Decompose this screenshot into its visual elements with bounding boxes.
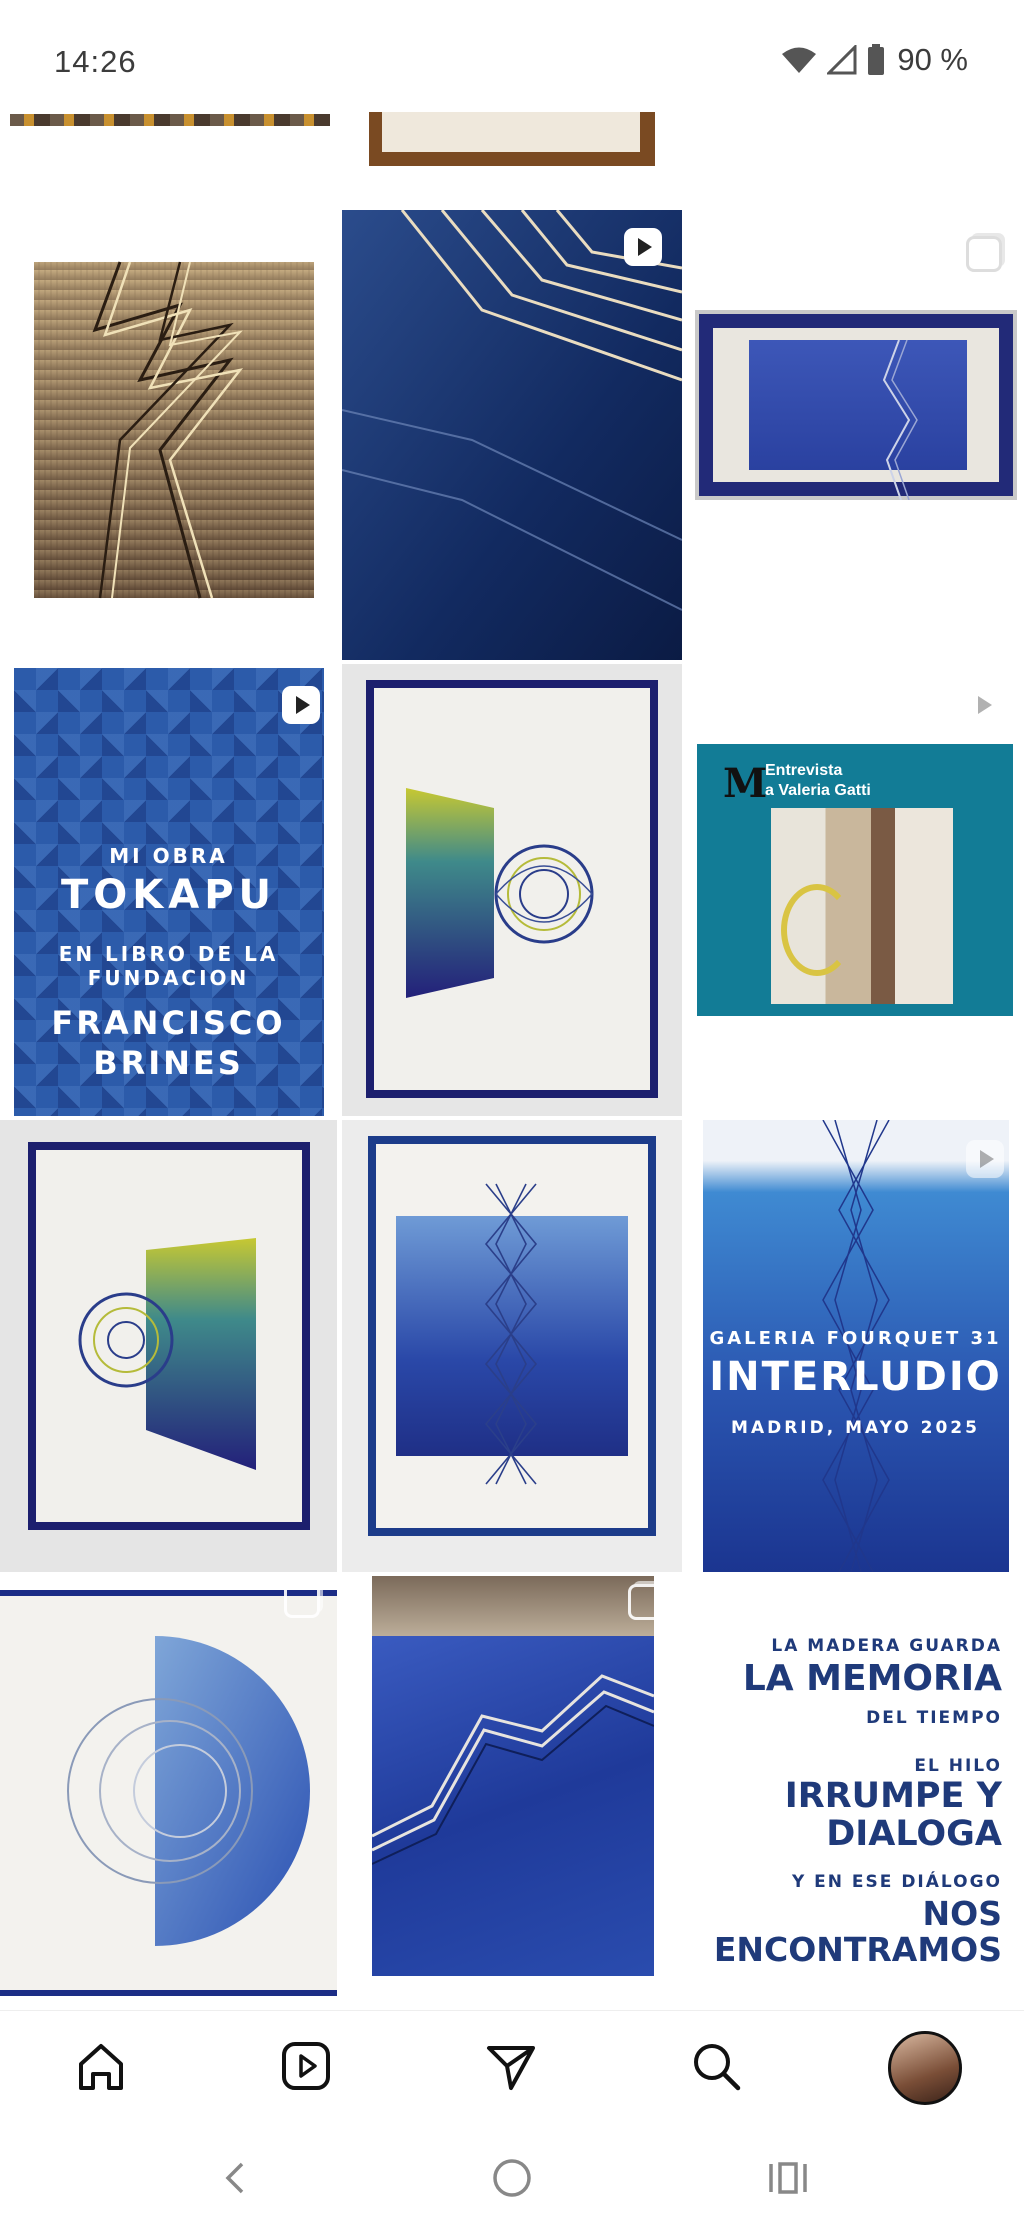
post-framed-spiral-left[interactable] — [0, 1120, 337, 1572]
poster-gallery: GALERIA FOURQUET 31 — [709, 1328, 1002, 1349]
spiral-artwork — [406, 788, 594, 998]
gold-weave-image — [34, 261, 314, 599]
post-blue-thread-closeup[interactable] — [342, 210, 682, 660]
diamond-thread — [484, 1183, 538, 1485]
search-icon — [694, 2044, 741, 2091]
quote-line5: IRRUMPE Y — [784, 1776, 1002, 1816]
reel-icon — [966, 1140, 1004, 1178]
zigzag-artwork — [372, 1674, 654, 1865]
tokapu-line5: FRANCISCO — [51, 1004, 286, 1042]
post-memoria-quote[interactable]: LA MADERA GUARDA LA MEMORIA DEL TIEMPO E… — [687, 1576, 1024, 2010]
post-blue-zigzag-table[interactable] — [342, 1576, 682, 2010]
messages-button[interactable] — [476, 2031, 546, 2101]
bottom-nav — [0, 2010, 1024, 2121]
tokapu-line3: EN LIBRO DE LA — [58, 942, 279, 966]
wifi-icon — [782, 47, 817, 73]
post-framed-diamond-weave[interactable] — [342, 1120, 682, 1572]
blue-closeup-image — [342, 210, 682, 660]
tokapu-line6: BRINES — [93, 1044, 244, 1082]
system-home-button[interactable] — [482, 2148, 542, 2208]
quote-line2: LA MEMORIA — [742, 1658, 1002, 1699]
system-recents-button[interactable] — [758, 2148, 818, 2208]
battery-percent: 90 % — [897, 42, 968, 77]
send-icon — [487, 2046, 535, 2090]
home-icon — [79, 2044, 123, 2090]
carousel-icon — [284, 1582, 320, 1618]
quote-line6: DIALOGA — [826, 1814, 1002, 1854]
interview-title-2: a Valeria Gatti — [765, 782, 871, 799]
home-circle-icon — [493, 2159, 531, 2197]
carousel-icon — [628, 1584, 664, 1620]
signal-icon — [827, 45, 857, 75]
half-circle-artwork — [67, 1636, 310, 1946]
carousel-icon — [966, 236, 1002, 272]
quote-line3: DEL TIEMPO — [866, 1708, 1002, 1728]
quote-line1: LA MADERA GUARDA — [771, 1636, 1002, 1656]
back-icon — [225, 2162, 244, 2194]
post-framed-spiral-yellow[interactable] — [342, 664, 682, 1116]
quote-line7: Y EN ESE DIÁLOGO — [791, 1872, 1002, 1892]
magazine-logo: M — [723, 760, 768, 807]
interview-title-1: Entrevista — [765, 762, 843, 779]
post-weave-top-partial[interactable] — [0, 112, 337, 158]
search-button[interactable] — [681, 2031, 751, 2101]
recents-icon — [769, 2162, 807, 2194]
poster-title: INTERLUDIO — [709, 1354, 1002, 1400]
reel-icon — [282, 686, 320, 724]
quote-line8: NOS — [922, 1894, 1002, 1933]
zigzag-thread — [882, 340, 918, 500]
post-tokapu-book[interactable]: MI OBRA TOKAPU EN LIBRO DE LA FUNDACION … — [0, 664, 337, 1116]
reels-button[interactable] — [271, 2031, 341, 2101]
post-frame-top-partial[interactable] — [342, 112, 682, 174]
tokapu-line4: FUNDACION — [87, 966, 250, 990]
system-nav — [0, 2120, 1024, 2230]
tokapu-line2: TOKAPU — [60, 872, 277, 918]
home-button[interactable] — [66, 2031, 136, 2101]
post-interludio-poster[interactable]: GALERIA FOURQUET 31 INTERLUDIO MADRID, M… — [687, 1120, 1024, 1572]
reels-icon — [282, 2042, 330, 2090]
reel-icon — [624, 228, 662, 266]
system-back-button[interactable] — [206, 2148, 266, 2208]
post-half-circle-spiral[interactable] — [0, 1576, 337, 2010]
battery-icon — [868, 44, 885, 75]
posts-grid: MI OBRA TOKAPU EN LIBRO DE LA FUNDACION … — [0, 112, 1024, 2010]
poster-date: MADRID, MAYO 2025 — [731, 1418, 980, 1438]
reel-icon — [964, 686, 1002, 724]
spiral-artwork — [78, 1238, 256, 1470]
tokapu-line1: MI OBRA — [109, 844, 228, 868]
status-time: 14:26 — [54, 44, 137, 79]
status-icons: 90 % — [781, 42, 968, 78]
post-interview-valeria[interactable]: M Entrevista a Valeria Gatti — [687, 664, 1024, 1116]
quote-line4: EL HILO — [914, 1756, 1002, 1776]
quote-line9: ENCONTRAMOS — [713, 1930, 1002, 1969]
post-framed-blue-zigzag[interactable] — [687, 210, 1024, 660]
status-bar: 14:26 90 % — [0, 0, 1024, 112]
profile-avatar[interactable] — [888, 2031, 962, 2105]
post-gold-thread-weave[interactable] — [0, 210, 337, 660]
